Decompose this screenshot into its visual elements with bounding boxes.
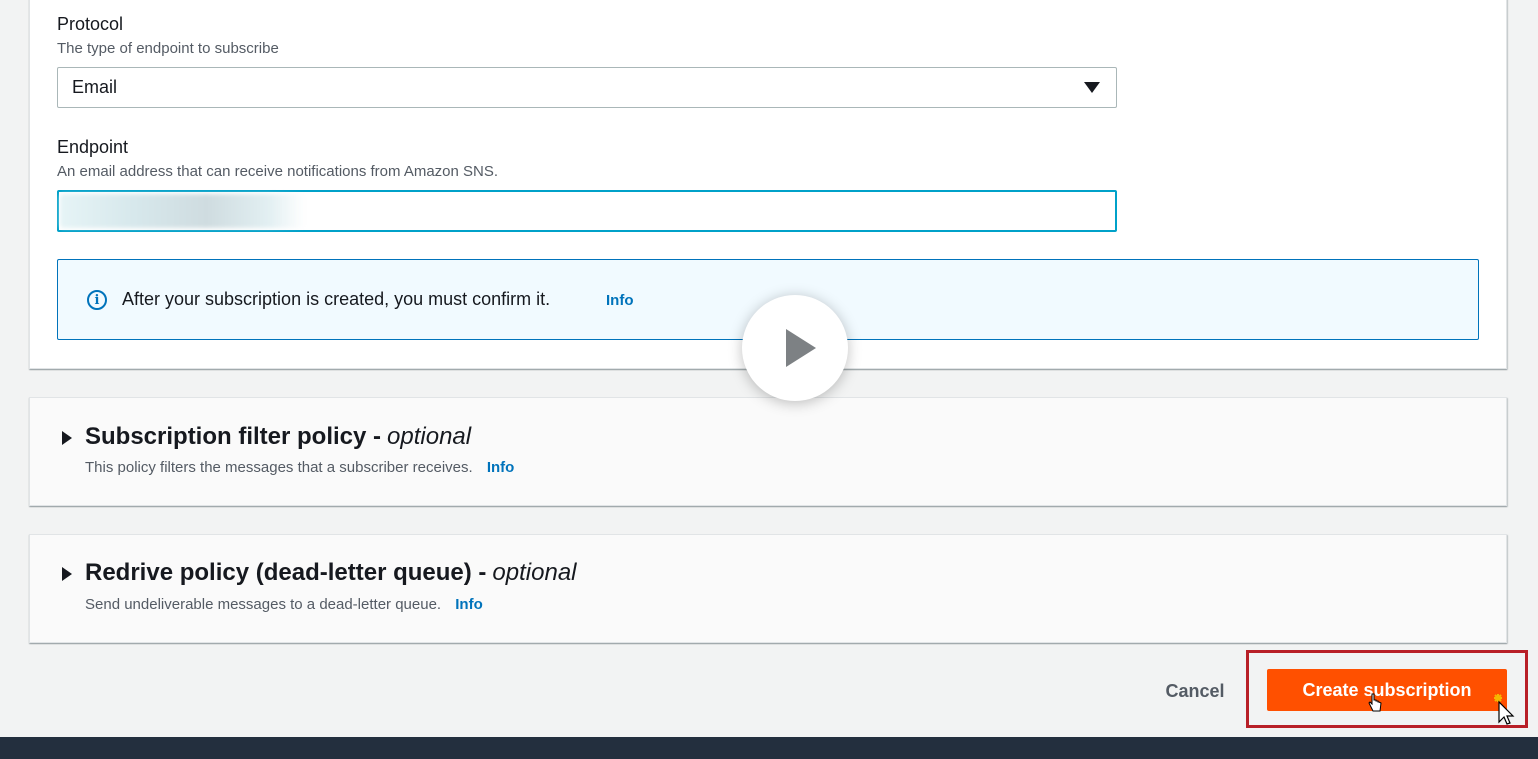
filter-policy-title[interactable]: Subscription filter policy - optional (85, 423, 471, 451)
alert-info-link[interactable]: Info (606, 292, 634, 309)
caret-right-icon[interactable] (62, 567, 72, 581)
protocol-selected-value: Email (72, 77, 118, 97)
video-play-button[interactable] (742, 295, 848, 401)
filter-policy-title-text: Subscription filter policy - (85, 423, 382, 450)
redrive-policy-optional: optional (492, 559, 577, 586)
create-subscription-button[interactable]: Create subscription (1267, 669, 1507, 711)
caret-down-icon (1084, 82, 1100, 93)
cancel-button[interactable]: Cancel (1150, 673, 1240, 709)
subscription-filter-policy-section[interactable]: Subscription filter policy - optional Th… (29, 397, 1507, 506)
page-footer (0, 737, 1538, 759)
filter-policy-info-link[interactable]: Info (487, 459, 515, 476)
filter-policy-description: This policy filters the messages that a … (85, 459, 514, 476)
click-burst-pointer-icon (1494, 694, 1515, 725)
play-icon (786, 329, 816, 367)
redrive-policy-description: Send undeliverable messages to a dead-le… (85, 596, 483, 613)
endpoint-description: An email address that can receive notifi… (57, 163, 499, 180)
redrive-policy-description-text: Send undeliverable messages to a dead-le… (85, 596, 442, 613)
redrive-policy-title-text: Redrive policy (dead-letter queue) - (85, 559, 487, 586)
filter-policy-description-text: This policy filters the messages that a … (85, 459, 473, 476)
redrive-policy-info-link[interactable]: Info (455, 596, 483, 613)
protocol-description: The type of endpoint to subscribe (57, 40, 279, 57)
endpoint-label: Endpoint (57, 137, 129, 157)
hand-cursor-icon (1368, 693, 1382, 712)
alert-text: After your subscription is created, you … (122, 289, 551, 309)
filter-policy-optional: optional (387, 423, 472, 450)
redrive-policy-title[interactable]: Redrive policy (dead-letter queue) - opt… (85, 559, 577, 587)
protocol-label: Protocol (57, 14, 124, 34)
redrive-policy-section[interactable]: Redrive policy (dead-letter queue) - opt… (29, 534, 1507, 643)
protocol-select[interactable]: Email (57, 67, 1117, 108)
info-circle-icon: i (87, 290, 107, 310)
caret-right-icon[interactable] (62, 431, 72, 445)
redacted-email-blur (60, 194, 305, 228)
